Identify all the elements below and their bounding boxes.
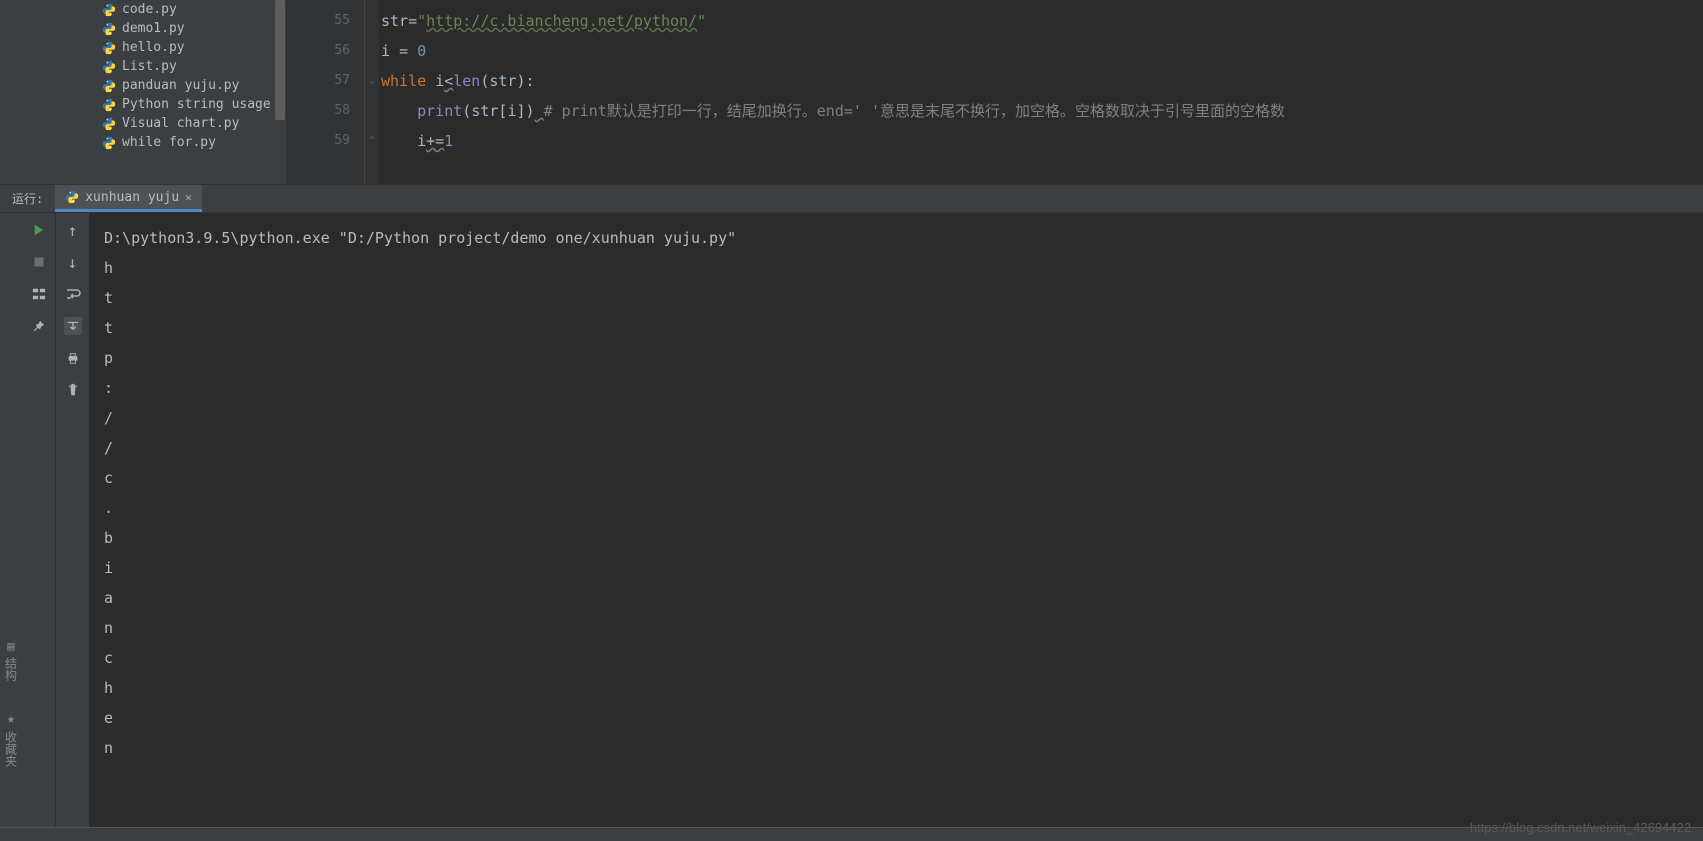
python-file-icon bbox=[102, 79, 116, 93]
line-number: 58 bbox=[287, 96, 350, 126]
tree-file-item[interactable]: List.py bbox=[22, 57, 286, 76]
line-number: 56 bbox=[287, 36, 350, 66]
pin-icon[interactable] bbox=[30, 317, 48, 335]
console-line: h bbox=[104, 253, 1703, 283]
console-line: h bbox=[104, 673, 1703, 703]
console-line: n bbox=[104, 613, 1703, 643]
fold-marker[interactable]: ⌃ bbox=[365, 126, 379, 156]
python-file-icon bbox=[102, 98, 116, 112]
console-toolbar-secondary: ↑ ↓ bbox=[56, 213, 90, 827]
python-file-icon bbox=[65, 190, 79, 204]
stop-icon[interactable] bbox=[30, 253, 48, 271]
console-section: ▤ 结构 ★ 收藏夹 ↑ ↓ bbox=[0, 213, 1703, 827]
tree-file-item[interactable]: Python string usage method bbox=[22, 95, 286, 114]
code-line[interactable]: i+=1 bbox=[381, 126, 1703, 156]
run-icon[interactable] bbox=[30, 221, 48, 239]
run-tab-bar: 运行: xunhuan yuju ✕ bbox=[0, 185, 1703, 213]
tree-file-item[interactable]: code.py bbox=[22, 0, 286, 19]
close-icon[interactable]: ✕ bbox=[185, 191, 192, 204]
down-arrow-icon[interactable]: ↓ bbox=[64, 253, 82, 271]
tree-file-item[interactable]: panduan yuju.py bbox=[22, 76, 286, 95]
run-tab-active[interactable]: xunhuan yuju ✕ bbox=[55, 185, 202, 212]
fold-marker[interactable]: ⌄ bbox=[365, 66, 379, 96]
fold-marker bbox=[365, 6, 379, 36]
scroll-to-end-icon[interactable] bbox=[64, 317, 82, 335]
console-line: b bbox=[104, 523, 1703, 553]
tree-file-label: while for.py bbox=[122, 135, 216, 150]
tree-file-item[interactable]: while for.py bbox=[22, 133, 286, 152]
tree-file-label: List.py bbox=[122, 59, 177, 74]
console-line: c bbox=[104, 643, 1703, 673]
console-line: / bbox=[104, 403, 1703, 433]
favorites-label: 收藏夹 bbox=[3, 731, 20, 767]
code-editor[interactable]: 5556575859 ⌄⌃ str="http://c.biancheng.ne… bbox=[287, 0, 1703, 184]
python-file-icon bbox=[102, 117, 116, 131]
code-line[interactable]: i = 0 bbox=[381, 36, 1703, 66]
code-content[interactable]: str="http://c.biancheng.net/python/"i = … bbox=[379, 0, 1703, 184]
console-line: t bbox=[104, 313, 1703, 343]
run-tab-label: xunhuan yuju bbox=[85, 190, 179, 205]
layout-icon[interactable] bbox=[30, 285, 48, 303]
console-line: e bbox=[104, 703, 1703, 733]
line-number: 55 bbox=[287, 6, 350, 36]
tree-file-label: hello.py bbox=[122, 40, 185, 55]
console-line: p bbox=[104, 343, 1703, 373]
tree-scrollbar[interactable] bbox=[274, 0, 286, 140]
tree-file-label: demo1.py bbox=[122, 21, 185, 36]
console-toolbar-primary bbox=[22, 213, 56, 827]
tree-file-item[interactable]: hello.py bbox=[22, 38, 286, 57]
left-vertical-toolbar-bottom: ▤ 结构 ★ 收藏夹 bbox=[0, 213, 22, 827]
console-line: c bbox=[104, 463, 1703, 493]
trash-icon[interactable] bbox=[64, 381, 82, 399]
status-bar bbox=[0, 827, 1703, 841]
fold-marker bbox=[365, 36, 379, 66]
line-number-gutter: 5556575859 bbox=[287, 0, 365, 184]
console-line: : bbox=[104, 373, 1703, 403]
console-line: / bbox=[104, 433, 1703, 463]
line-number: 59 bbox=[287, 126, 350, 156]
tree-file-label: Visual chart.py bbox=[122, 116, 239, 131]
structure-label: 结构 bbox=[3, 657, 20, 681]
tree-file-label: Python string usage method bbox=[122, 97, 287, 112]
favorites-tool-button[interactable]: ★ 收藏夹 bbox=[3, 711, 20, 767]
python-file-icon bbox=[102, 3, 116, 17]
structure-tool-button[interactable]: ▤ 结构 bbox=[3, 639, 20, 681]
project-tree[interactable]: code.py demo1.py hello.py List.py panduan yu… bbox=[22, 0, 287, 184]
soft-wrap-icon[interactable] bbox=[64, 285, 82, 303]
console-line: i bbox=[104, 553, 1703, 583]
fold-gutter[interactable]: ⌄⌃ bbox=[365, 0, 379, 184]
tree-file-label: code.py bbox=[122, 2, 177, 17]
console-line: t bbox=[104, 283, 1703, 313]
tree-file-item[interactable]: Visual chart.py bbox=[22, 114, 286, 133]
python-file-icon bbox=[102, 41, 116, 55]
code-line[interactable]: while i<len(str): bbox=[381, 66, 1703, 96]
left-vertical-toolbar bbox=[0, 0, 22, 184]
line-number: 57 bbox=[287, 66, 350, 96]
python-file-icon bbox=[102, 60, 116, 74]
fold-marker bbox=[365, 96, 379, 126]
console-line: n bbox=[104, 733, 1703, 763]
console-line: a bbox=[104, 583, 1703, 613]
python-file-icon bbox=[102, 136, 116, 150]
console-line: D:\python3.9.5\python.exe "D:/Python pro… bbox=[104, 223, 1703, 253]
tree-scrollbar-thumb[interactable] bbox=[275, 0, 285, 120]
structure-icon: ▤ bbox=[4, 639, 18, 653]
python-file-icon bbox=[102, 22, 116, 36]
tree-file-label: panduan yuju.py bbox=[122, 78, 239, 93]
code-line[interactable]: str="http://c.biancheng.net/python/" bbox=[381, 6, 1703, 36]
star-icon: ★ bbox=[3, 711, 19, 727]
code-line[interactable]: print(str[i]) # print默认是打印一行，结尾加换行。end='… bbox=[381, 96, 1703, 126]
console-line: . bbox=[104, 493, 1703, 523]
tree-file-item[interactable]: demo1.py bbox=[22, 19, 286, 38]
run-panel-label: 运行: bbox=[0, 185, 55, 212]
watermark-text: https://blog.csdn.net/weixin_42694422 bbox=[1470, 820, 1691, 835]
print-icon[interactable] bbox=[64, 349, 82, 367]
console-output[interactable]: D:\python3.9.5\python.exe "D:/Python pro… bbox=[90, 213, 1703, 827]
up-arrow-icon[interactable]: ↑ bbox=[64, 221, 82, 239]
